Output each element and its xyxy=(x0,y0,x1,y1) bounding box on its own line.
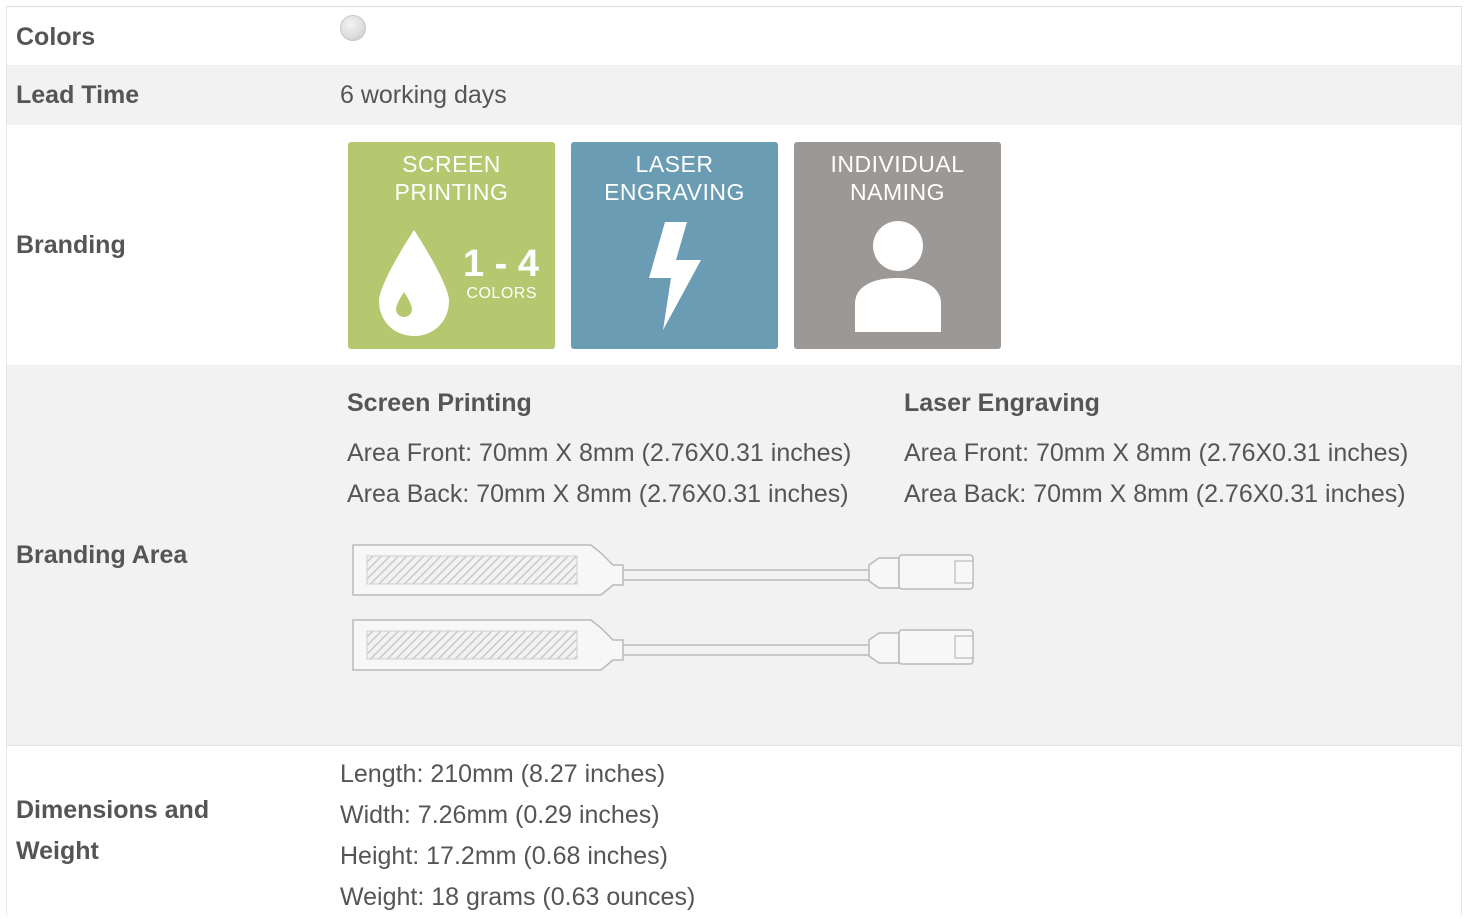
dimensions-value: Length: 210mm (8.27 inches) Width: 7.26m… xyxy=(331,746,1461,915)
colors-value xyxy=(331,7,1461,65)
colors-label: Colors xyxy=(16,23,96,51)
tile-title-line: NAMING xyxy=(850,178,945,205)
tile-title-line: ENGRAVING xyxy=(604,178,745,205)
screen-printing-back-area: Area Back: 70mm X 8mm (2.76X0.31 inches) xyxy=(347,480,849,508)
branding-area-value: Screen Printing Area Front: 70mm X 8mm (… xyxy=(330,365,1461,745)
tile-title-line: LASER xyxy=(635,150,714,177)
height-value: Height: 17.2mm (0.68 inches) xyxy=(340,842,668,870)
tile-title-line: PRINTING xyxy=(394,178,509,205)
branding-area-label: Branding Area xyxy=(16,540,188,569)
weight-value: Weight: 18 grams (0.63 ounces) xyxy=(340,883,696,911)
dimensions-label: Dimensions and Weight xyxy=(7,746,331,915)
branding-area-row: Branding Area Screen Printing Area Front… xyxy=(7,365,1461,745)
dimensions-label-line: Dimensions and xyxy=(16,795,210,824)
screen-printing-area: Screen Printing Area Front: 70mm X 8mm (… xyxy=(347,385,904,515)
screen-printing-title: SCREEN PRINTING xyxy=(348,142,555,206)
ink-color-count: 1 - 4 xyxy=(462,242,539,285)
lightning-icon xyxy=(649,221,701,330)
branding-label: Branding xyxy=(16,230,126,259)
lead-time-row: Lead Time 6 working days xyxy=(7,65,1461,125)
laser-engraving-area: Laser Engraving Area Front: 70mm X 8mm (… xyxy=(904,385,1461,515)
width-value: Width: 7.26mm (0.29 inches) xyxy=(340,801,660,829)
tile-title-line: SCREEN xyxy=(402,150,501,177)
dimensions-row: Dimensions and Weight Length: 210mm (8.2… xyxy=(7,745,1461,915)
tile-title-line: INDIVIDUAL xyxy=(830,150,965,177)
screen-printing-heading: Screen Printing xyxy=(347,389,532,417)
branding-area-diagram xyxy=(351,543,1461,680)
laser-engraving-title: LASER ENGRAVING xyxy=(571,142,778,206)
person-icon xyxy=(855,220,941,332)
branding-value: SCREEN PRINTING 1 - 4 COLORS LASER ENGRA… xyxy=(331,125,1461,365)
usb-cable-illustration xyxy=(352,544,974,671)
branding-area-columns: Screen Printing Area Front: 70mm X 8mm (… xyxy=(347,385,1461,515)
product-spec-table: Colors Lead Time 6 working days Branding… xyxy=(6,6,1462,915)
branding-row: Branding SCREEN PRINTING 1 - 4 COLORS LA… xyxy=(7,125,1461,365)
lead-time-value: 6 working days xyxy=(340,80,507,109)
laser-engraving-tile[interactable]: LASER ENGRAVING xyxy=(571,141,778,349)
laser-engraving-front-area: Area Front: 70mm X 8mm (2.76X0.31 inches… xyxy=(904,439,1409,467)
screen-printing-tile[interactable]: SCREEN PRINTING 1 - 4 COLORS xyxy=(348,141,555,349)
laser-engraving-back-area: Area Back: 70mm X 8mm (2.76X0.31 inches) xyxy=(904,480,1406,508)
lead-time-label: Lead Time xyxy=(16,80,140,109)
dimensions-label-line: Weight xyxy=(16,836,99,865)
screen-printing-front-area: Area Front: 70mm X 8mm (2.76X0.31 inches… xyxy=(347,439,852,467)
color-swatch-silver[interactable] xyxy=(340,15,366,41)
laser-engraving-heading: Laser Engraving xyxy=(904,389,1100,417)
cable-back-view xyxy=(352,619,974,671)
branding-tiles: SCREEN PRINTING 1 - 4 COLORS LASER ENGRA… xyxy=(348,141,1001,349)
colors-row: Colors xyxy=(7,7,1461,65)
length-value: Length: 210mm (8.27 inches) xyxy=(340,760,666,788)
cable-front-view xyxy=(352,544,974,596)
ink-color-label: COLORS xyxy=(466,284,537,302)
individual-naming-title: INDIVIDUAL NAMING xyxy=(794,142,1001,206)
ink-drop-icon xyxy=(379,229,449,336)
individual-naming-tile[interactable]: INDIVIDUAL NAMING xyxy=(794,141,1001,349)
